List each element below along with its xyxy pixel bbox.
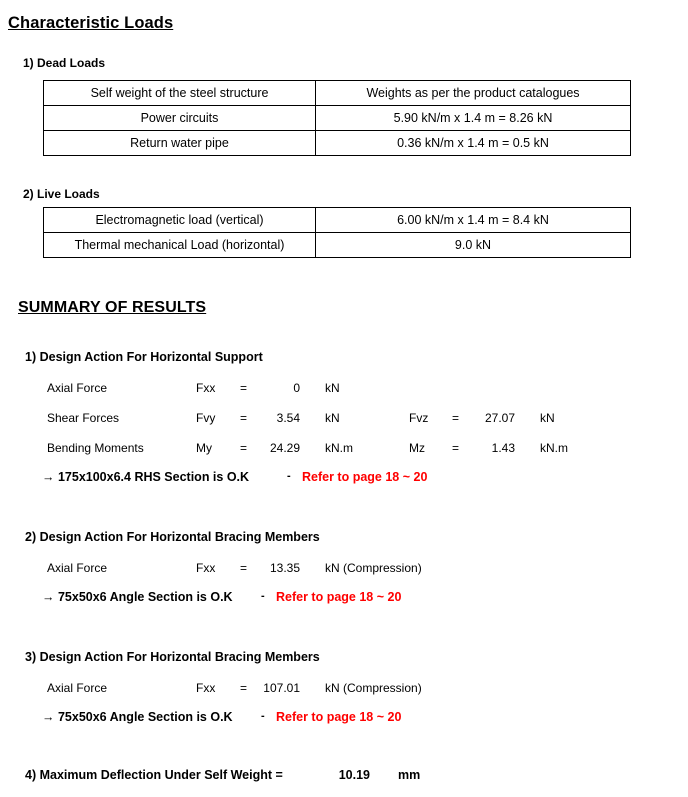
conclusion-reference: Refer to page 18 ~ 20 [276,590,402,604]
table-cell-value: 0.36 kN/m x 1.4 m = 0.5 kN [315,130,631,156]
summary-of-results-title: SUMMARY OF RESULTS [18,299,207,317]
data-row-unit: kN [325,411,340,425]
conclusion-row-2: → 75x50x6 Angle Section is O.K - Refer t… [0,590,688,606]
deflection-label: 4) Maximum Deflection Under Self Weight … [25,768,283,782]
table-cell-description: Thermal mechanical Load (horizontal) [43,232,316,258]
conclusion-dash: - [261,590,265,602]
deflection-value: 10.19 [338,768,370,782]
table-row: Power circuits 5.90 kN/m x 1.4 m = 8.26 … [43,105,631,131]
data-row-bending-moments-1: Bending Moments My = 24.29 kN.m Mz = 1.4… [0,441,688,457]
data-row-symbol: Fxx [196,561,216,575]
table-cell-value: 5.90 kN/m x 1.4 m = 8.26 kN [315,105,631,131]
data-row-symbol-secondary: Mz [409,441,425,455]
conclusion-row-3: → 75x50x6 Angle Section is O.K - Refer t… [0,710,688,726]
result-section-heading-1: 1) Design Action For Horizontal Support [25,350,263,364]
data-row-value: 3.54 [276,411,300,425]
data-row-label: Bending Moments [47,441,144,455]
table-cell-value: Weights as per the product catalogues [315,80,631,106]
result-section-heading-3: 3) Design Action For Horizontal Bracing … [25,650,320,664]
data-row-value: 13.35 [269,561,300,575]
conclusion-text: → 75x50x6 Angle Section is O.K [42,710,233,724]
table-row: Electromagnetic load (vertical) 6.00 kN/… [43,207,631,233]
data-row-axial-force-2: Axial Force Fxx = 13.35 kN (Compression) [0,561,688,577]
data-row-symbol: Fxx [196,381,216,395]
table-row: Thermal mechanical Load (horizontal) 9.0… [43,232,631,258]
data-row-axial-force-1: Axial Force Fxx = 0 kN [0,381,688,397]
data-row-unit: kN (Compression) [325,561,422,575]
data-row-label: Shear Forces [47,411,120,425]
data-row-symbol: Fxx [196,681,216,695]
table-cell-description: Return water pipe [43,130,316,156]
data-row-label: Axial Force [47,681,108,695]
data-row-value: 0 [293,381,300,395]
data-row-value: 107.01 [263,681,300,695]
data-row-unit-secondary: kN.m [540,441,568,455]
live-loads-table: Electromagnetic load (vertical) 6.00 kN/… [43,207,631,258]
deflection-summary-row: 4) Maximum Deflection Under Self Weight … [0,768,688,785]
data-row-unit: kN (Compression) [325,681,422,695]
data-row-axial-force-3: Axial Force Fxx = 107.01 kN (Compression… [0,681,688,697]
data-row-unit: kN [325,381,340,395]
data-row-value-secondary: 1.43 [491,441,515,455]
data-row-value-secondary: 27.07 [484,411,515,425]
data-row-unit-secondary: kN [540,411,555,425]
live-loads-label: 2) Live Loads [23,187,100,201]
data-row-label: Axial Force [47,561,108,575]
dead-loads-label: 1) Dead Loads [23,56,106,70]
data-row-label: Axial Force [47,381,108,395]
data-row-symbol: My [196,441,212,455]
conclusion-reference: Refer to page 18 ~ 20 [276,710,402,724]
table-cell-value: 9.0 kN [315,232,631,258]
data-row-symbol-secondary: Fvz [409,411,429,425]
page-title: Characteristic Loads [8,14,174,33]
table-cell-description: Self weight of the steel structure [43,80,316,106]
table-row: Return water pipe 0.36 kN/m x 1.4 m = 0.… [43,130,631,156]
conclusion-reference: Refer to page 18 ~ 20 [302,470,428,484]
data-row-unit: kN.m [325,441,353,455]
conclusion-dash: - [261,710,265,722]
result-section-heading-2: 2) Design Action For Horizontal Bracing … [25,530,320,544]
data-row-value: 24.29 [269,441,300,455]
conclusion-text: → 75x50x6 Angle Section is O.K [42,590,233,604]
conclusion-dash: - [287,470,291,482]
data-row-symbol: Fvy [196,411,216,425]
table-row: Self weight of the steel structure Weigh… [43,80,631,106]
deflection-unit: mm [398,768,421,782]
data-row-shear-forces-1: Shear Forces Fvy = 3.54 kN Fvz = 27.07 k… [0,411,688,427]
conclusion-row-1: → 175x100x6.4 RHS Section is O.K - Refer… [0,470,688,486]
conclusion-text: → 175x100x6.4 RHS Section is O.K [42,470,250,484]
table-cell-value: 6.00 kN/m x 1.4 m = 8.4 kN [315,207,631,233]
dead-loads-table: Self weight of the steel structure Weigh… [43,80,631,156]
table-cell-description: Electromagnetic load (vertical) [43,207,316,233]
table-cell-description: Power circuits [43,105,316,131]
